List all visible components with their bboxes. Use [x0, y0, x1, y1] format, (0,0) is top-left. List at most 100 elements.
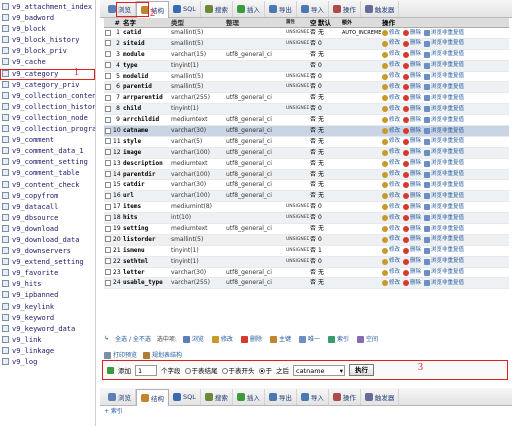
delete-link[interactable]: 删除	[403, 115, 421, 125]
edit-link[interactable]: 修改	[382, 191, 400, 201]
distinct-values-link[interactable]: 浏览非重复值	[424, 257, 464, 267]
column-count-input[interactable]: 1	[135, 364, 157, 376]
edit-link[interactable]: 修改	[382, 235, 400, 245]
edit-link[interactable]: 修改	[382, 180, 400, 190]
bulk-action-3[interactable]: 主键	[269, 334, 291, 343]
delete-link[interactable]: 删除	[403, 191, 421, 201]
edit-link[interactable]: 修改	[382, 50, 400, 60]
edit-link[interactable]: 修改	[382, 82, 400, 92]
distinct-values-link[interactable]: 浏览非重复值	[424, 224, 464, 234]
distinct-values-link[interactable]: 浏览非重复值	[424, 137, 464, 147]
tab-3[interactable]: 搜索	[201, 388, 233, 405]
sidebar-item[interactable]: v9_linkage	[0, 346, 95, 357]
sidebar-item[interactable]: v9_block	[0, 24, 95, 35]
row-checkbox[interactable]	[105, 138, 111, 145]
delete-link[interactable]: 删除	[403, 235, 421, 245]
sidebar-item[interactable]: v9_collection_content	[0, 91, 95, 102]
row-checkbox[interactable]	[105, 62, 111, 69]
tab-4[interactable]: 插入	[233, 388, 265, 405]
sidebar-item[interactable]: v9_downservers	[0, 246, 95, 257]
delete-link[interactable]: 删除	[403, 50, 421, 60]
row-checkbox[interactable]	[105, 94, 111, 101]
delete-link[interactable]: 删除	[403, 278, 421, 288]
delete-link[interactable]: 删除	[403, 268, 421, 278]
sidebar-item[interactable]: v9_download_data	[0, 235, 95, 246]
bulk-action-4[interactable]: 唯一	[298, 334, 320, 343]
sidebar-item[interactable]: v9_ipbanned	[0, 290, 95, 301]
row-checkbox[interactable]	[105, 149, 111, 156]
delete-link[interactable]: 删除	[403, 159, 421, 169]
delete-link[interactable]: 删除	[403, 180, 421, 190]
row-checkbox[interactable]	[105, 29, 111, 36]
distinct-values-link[interactable]: 浏览非重复值	[424, 72, 464, 82]
row-checkbox[interactable]	[105, 214, 111, 221]
distinct-values-link[interactable]: 浏览非重复值	[424, 115, 464, 125]
sidebar-item[interactable]: v9_comment_table	[0, 168, 95, 179]
delete-link[interactable]: 删除	[403, 93, 421, 103]
sidebar-item[interactable]: v9_log	[0, 357, 95, 368]
row-checkbox[interactable]	[105, 171, 111, 178]
after-radio[interactable]	[258, 368, 265, 374]
after-column-select[interactable]: catname ▾	[293, 364, 345, 376]
tab-1[interactable]: 结构	[136, 388, 169, 406]
at-start-radio[interactable]	[221, 368, 228, 374]
edit-link[interactable]: 修改	[382, 137, 400, 147]
tab-8[interactable]: 触发器	[361, 388, 400, 405]
bulk-action-1[interactable]: 修改	[211, 334, 233, 343]
row-checkbox[interactable]	[105, 236, 111, 243]
edit-link[interactable]: 修改	[382, 224, 400, 234]
delete-link[interactable]: 删除	[403, 202, 421, 212]
tab-5[interactable]: 导出	[265, 0, 297, 17]
execute-button[interactable]: 执行	[349, 364, 374, 376]
edit-link[interactable]: 修改	[382, 61, 400, 71]
tab-4[interactable]: 插入	[233, 0, 265, 17]
sidebar-item[interactable]: v9_category_priv	[0, 80, 95, 91]
sidebar-item[interactable]: v9_keyword	[0, 313, 95, 324]
edit-link[interactable]: 修改	[382, 126, 400, 136]
row-checkbox[interactable]	[105, 258, 111, 265]
edit-link[interactable]: 修改	[382, 268, 400, 278]
row-checkbox[interactable]	[105, 269, 111, 276]
row-checkbox[interactable]	[105, 247, 111, 254]
index-link[interactable]: + 索引	[104, 406, 123, 415]
sidebar-item[interactable]: v9_block_priv	[0, 46, 95, 57]
sidebar-item[interactable]: v9_collection_history	[0, 102, 95, 113]
tab-7[interactable]: 操作	[329, 0, 361, 17]
tab-8[interactable]: 触发器	[361, 0, 400, 17]
sidebar-item[interactable]: v9_category	[0, 68, 95, 80]
distinct-values-link[interactable]: 浏览非重复值	[424, 93, 464, 103]
tab-2[interactable]: SQL	[169, 0, 201, 17]
sidebar-item[interactable]: v9_download	[0, 224, 95, 235]
edit-link[interactable]: 修改	[382, 72, 400, 82]
tab-5[interactable]: 导出	[265, 388, 297, 405]
sidebar-item[interactable]: v9_content_check	[0, 180, 95, 191]
delete-link[interactable]: 删除	[403, 257, 421, 267]
row-checkbox[interactable]	[105, 40, 111, 47]
tab-0[interactable]: 浏览	[104, 388, 136, 405]
bulk-action-5[interactable]: 索引	[327, 334, 349, 343]
distinct-values-link[interactable]: 浏览非重复值	[424, 104, 464, 114]
sidebar-item[interactable]: v9_badword	[0, 13, 95, 24]
delete-link[interactable]: 删除	[403, 213, 421, 223]
distinct-values-link[interactable]: 浏览非重复值	[424, 246, 464, 256]
sidebar-item[interactable]: v9_copyfrom	[0, 191, 95, 202]
row-checkbox[interactable]	[105, 225, 111, 232]
distinct-values-link[interactable]: 浏览非重复值	[424, 50, 464, 60]
sidebar-item[interactable]: v9_block_history	[0, 35, 95, 46]
edit-link[interactable]: 修改	[382, 202, 400, 212]
tab-6[interactable]: 导入	[297, 388, 329, 405]
print-preview-link[interactable]: 打印预览	[104, 350, 137, 359]
delete-link[interactable]: 删除	[403, 104, 421, 114]
row-checkbox[interactable]	[105, 51, 111, 58]
edit-link[interactable]: 修改	[382, 28, 400, 38]
distinct-values-link[interactable]: 浏览非重复值	[424, 61, 464, 71]
edit-link[interactable]: 修改	[382, 93, 400, 103]
bulk-action-2[interactable]: 删除	[240, 334, 262, 343]
edit-link[interactable]: 修改	[382, 213, 400, 223]
delete-link[interactable]: 删除	[403, 72, 421, 82]
delete-link[interactable]: 删除	[403, 137, 421, 147]
at-end-option[interactable]: 于表结尾	[184, 365, 218, 375]
sidebar-item[interactable]: v9_attachment_index	[0, 2, 95, 13]
delete-link[interactable]: 删除	[403, 61, 421, 71]
row-checkbox[interactable]	[105, 83, 111, 90]
